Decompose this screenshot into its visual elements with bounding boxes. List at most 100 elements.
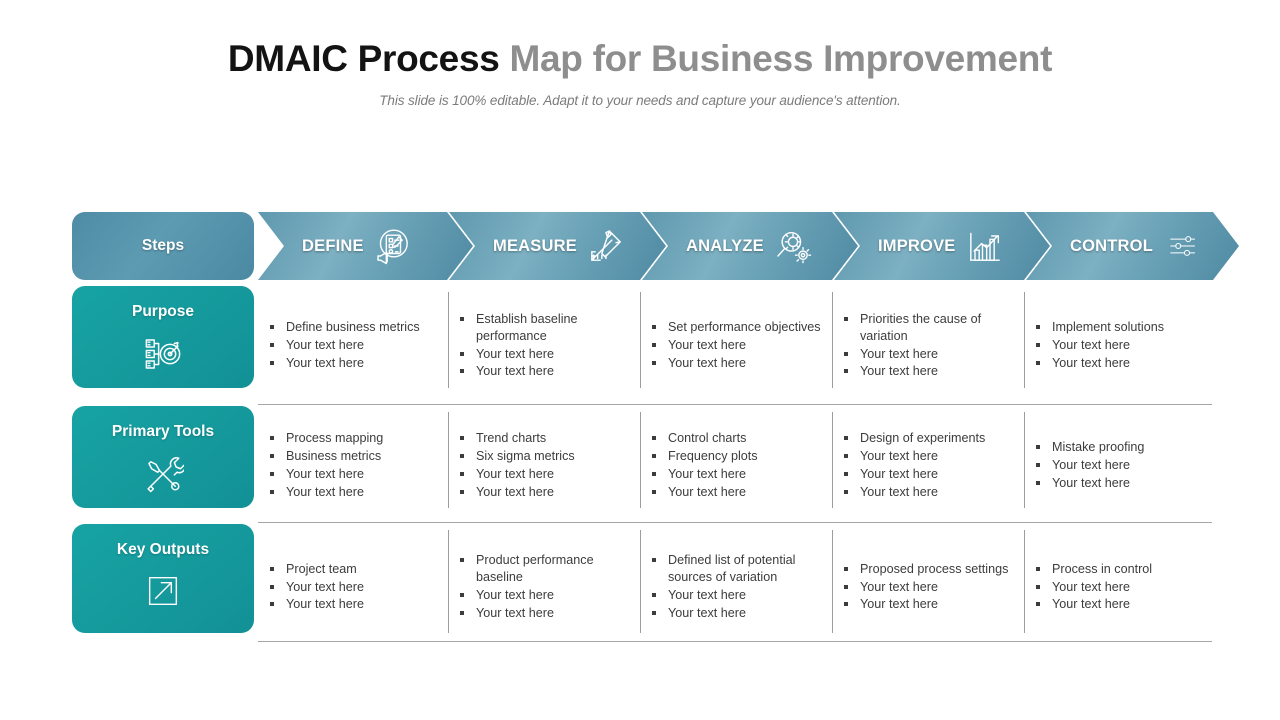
bullet-item: Your text here — [842, 596, 1014, 613]
row-separator — [258, 404, 1212, 405]
bullet-item: Process in control — [1034, 561, 1202, 578]
bullet-item: Trend charts — [458, 430, 630, 447]
bullet-list: Mistake proofing Your text here Your text … — [1034, 439, 1202, 492]
bullet-item: Your text here — [268, 337, 438, 354]
steps-header-card: Steps — [72, 212, 254, 280]
sliders-icon — [1162, 231, 1202, 261]
ruler-pencil-icon — [586, 226, 626, 266]
wrench-screwdriver-icon — [142, 453, 184, 495]
phase-chevron-analyze[interactable]: ANALYZE — [642, 212, 858, 280]
row-label-card-key-outputs[interactable]: Key Outputs — [72, 524, 254, 633]
bullet-item: Your text here — [842, 466, 1014, 483]
bullet-list: Set performance objectives Your text here… — [650, 319, 822, 372]
slide: DMAIC Process Map for Business Improveme… — [0, 0, 1280, 720]
hierarchy-target-icon — [142, 333, 184, 375]
bullet-item: Your text here — [1034, 596, 1202, 613]
bullet-item: Your text here — [268, 355, 438, 372]
bullet-item: Your text here — [268, 466, 438, 483]
phase-label: CONTROL — [1070, 236, 1153, 255]
bullet-list: Process mapping Business metrics Your text… — [268, 430, 438, 501]
bullet-item: Project team — [268, 561, 438, 578]
clipboard-checklist-megaphone-icon — [373, 226, 413, 266]
row-separator — [258, 522, 1212, 523]
table-row: Define business metrics Your text here You… — [258, 286, 1212, 394]
table-cell: Priorities the cause of variation Your te… — [832, 286, 1024, 394]
phase-label: MEASURE — [493, 236, 577, 255]
row-label-text: Primary Tools — [111, 423, 215, 440]
bullet-list: Product performance baseline Your text he… — [458, 552, 630, 622]
content-table: Define business metrics Your text here You… — [258, 286, 1212, 643]
bullet-item: Your text here — [650, 355, 822, 372]
bar-chart-arrow-icon — [965, 226, 1005, 266]
bullet-item: Mistake proofing — [1034, 439, 1202, 456]
bullet-item: Proposed process settings — [842, 561, 1014, 578]
bullet-list: Implement solutions Your text here Your te… — [1034, 319, 1202, 372]
bullet-item: Your text here — [458, 587, 630, 604]
bullet-item: Your text here — [458, 484, 630, 501]
title-block: DMAIC Process Map for Business Improveme… — [0, 36, 1280, 108]
bullet-item: Your text here — [650, 466, 822, 483]
phase-label: ANALYZE — [686, 236, 764, 255]
table-cell: Control charts Frequency plots Your text h… — [640, 406, 832, 514]
table-cell: Proposed process settings Your text here Y… — [832, 524, 1024, 639]
bullet-item: Your text here — [458, 346, 630, 363]
table-cell: Process in control Your text here Your tex… — [1024, 524, 1212, 639]
row-label-card-primary-tools[interactable]: Primary Tools — [72, 406, 254, 508]
bullet-list: Define business metrics Your text here You… — [268, 319, 438, 372]
phase-header-band: Steps DEFINE MEASURE ANALYZE IMPROVE CONTROL — [72, 212, 1212, 280]
bullet-list: Control charts Frequency plots Your text h… — [650, 430, 822, 501]
row-separator — [258, 641, 1212, 642]
bullet-item: Your text here — [650, 587, 822, 604]
table-cell: Project team Your text here Your text here — [258, 524, 448, 639]
bullet-list: Proposed process settings Your text here Y… — [842, 561, 1014, 614]
phase-chevron-improve[interactable]: IMPROVE — [834, 212, 1050, 280]
bullet-item: Control charts — [650, 430, 822, 447]
title-grey-part: Map for Business Improvement — [509, 38, 1053, 79]
bullet-item: Your text here — [842, 484, 1014, 501]
bullet-item: Your text here — [458, 363, 630, 380]
bullet-item: Frequency plots — [650, 448, 822, 465]
bullet-item: Product performance baseline — [458, 552, 630, 586]
bullet-item: Your text here — [842, 579, 1014, 596]
table-cell: Process mapping Business metrics Your text… — [258, 406, 448, 514]
row-label-text: Purpose — [131, 303, 194, 320]
phase-chevron-measure[interactable]: MEASURE — [449, 212, 666, 280]
table-cell: Set performance objectives Your text here… — [640, 286, 832, 394]
table-cell: Mistake proofing Your text here Your text … — [1024, 406, 1212, 514]
bullet-item: Your text here — [1034, 355, 1202, 372]
bullet-item: Your text here — [1034, 475, 1202, 492]
bullet-item: Your text here — [1034, 579, 1202, 596]
bullet-item: Your text here — [268, 579, 438, 596]
bullet-item: Business metrics — [268, 448, 438, 465]
bullet-item: Priorities the cause of variation — [842, 311, 1014, 345]
phase-chevron-control[interactable]: CONTROL — [1026, 212, 1239, 280]
bullet-list: Process in control Your text here Your tex… — [1034, 561, 1202, 614]
table-cell: Trend charts Six sigma metrics Your text h… — [448, 406, 640, 514]
bullet-item: Set performance objectives — [650, 319, 822, 336]
bullet-list: Defined list of potential sources of var… — [650, 552, 822, 622]
phase-label: DEFINE — [302, 236, 364, 255]
table-cell: Product performance baseline Your text he… — [448, 524, 640, 639]
title-dark-part: DMAIC Process — [227, 38, 510, 79]
bullet-item: Six sigma metrics — [458, 448, 630, 465]
bullet-item: Your text here — [842, 346, 1014, 363]
bullet-item: Define business metrics — [268, 319, 438, 336]
bullet-item: Your text here — [268, 484, 438, 501]
bullet-item: Your text here — [842, 448, 1014, 465]
bullet-item: Your text here — [458, 466, 630, 483]
row-label-card-purpose[interactable]: Purpose — [72, 286, 254, 388]
bullet-item: Your text here — [650, 484, 822, 501]
table-cell: Defined list of potential sources of var… — [640, 524, 832, 639]
subtitle: This slide is 100% editable. Adapt it to… — [379, 93, 901, 108]
bullet-item: Your text here — [268, 596, 438, 613]
bullet-item: Implement solutions — [1034, 319, 1202, 336]
table-cell: Establish baseline performance Your text … — [448, 286, 640, 394]
bullet-list: Project team Your text here Your text here — [268, 561, 438, 614]
bullet-item: Your text here — [458, 605, 630, 622]
phase-chevron-define[interactable]: DEFINE — [258, 212, 473, 280]
table-row: Project team Your text here Your text here… — [258, 524, 1212, 639]
table-cell: Implement solutions Your text here Your te… — [1024, 286, 1212, 394]
bullet-list: Trend charts Six sigma metrics Your text h… — [458, 430, 630, 501]
bullet-item: Your text here — [1034, 337, 1202, 354]
table-cell: Define business metrics Your text here You… — [258, 286, 448, 394]
